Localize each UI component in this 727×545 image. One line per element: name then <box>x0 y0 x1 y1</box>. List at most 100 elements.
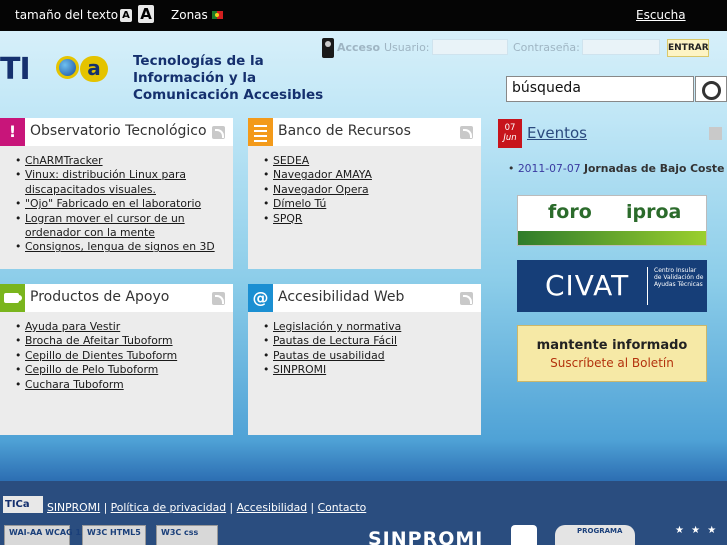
list-item: Brocha de Afeitar Tuboform <box>15 334 227 349</box>
civat-banner[interactable]: CIVAT Centro Insular de Validación de Ay… <box>517 260 707 312</box>
list-item: Navegador AMAYA <box>263 168 475 183</box>
text-size-small-button[interactable]: A <box>120 9 132 22</box>
newsletter-title: mantente informado <box>536 338 688 353</box>
wai-aa-badge[interactable]: WAI-AA WCAG 1.0 <box>4 525 90 545</box>
footer-link-accesibilidad[interactable]: Accesibilidad <box>237 501 308 514</box>
eventos-header: 07 Jun Eventos <box>498 119 727 148</box>
footer-link-sinpromi[interactable]: SINPROMI <box>47 501 100 514</box>
productos-apoyo-panel: Productos de Apoyo Ayuda para Vestir Bro… <box>0 284 233 435</box>
accesibilidad-web-panel: @ Accesibilidad Web Legislación y normat… <box>248 284 481 435</box>
calendar-month: Jun <box>503 133 517 143</box>
eu-stars-icon[interactable]: ★ ★ ★ <box>675 525 725 545</box>
observatorio-link[interactable]: ChARMTracker <box>25 154 103 167</box>
rss-icon[interactable] <box>709 127 722 140</box>
usuario-input[interactable] <box>432 39 508 55</box>
document-lines-icon <box>248 118 273 146</box>
programa-logo[interactable]: PROGRAMA <box>555 525 635 545</box>
banco-recursos-panel: Banco de Recursos SEDEA Navegador AMAYA … <box>248 118 481 269</box>
foro-iproa-banner[interactable]: foro iproa <box>517 195 707 246</box>
banco-link[interactable]: Navegador Opera <box>273 183 369 196</box>
event-name[interactable]: Jornadas de Bajo Coste <box>584 162 724 175</box>
html5-badge[interactable]: W3C HTML5 <box>82 525 146 545</box>
puzzle-piece-icon <box>0 284 25 312</box>
footer-links: SINPROMI | Política de privacidad | Acce… <box>47 501 367 514</box>
civat-subtitle: Centro Insular de Validación de Ayudas T… <box>654 267 704 288</box>
footer-link-privacidad[interactable]: Política de privacidad <box>111 501 226 514</box>
escucha-link[interactable]: Escucha <box>636 8 686 22</box>
accesibilidad-link[interactable]: Pautas de usabilidad <box>273 349 385 362</box>
calendar-icon: 07 Jun <box>498 119 522 148</box>
rss-icon[interactable] <box>460 126 473 139</box>
banco-link[interactable]: SEDEA <box>273 154 309 167</box>
rss-icon[interactable] <box>212 292 225 305</box>
rss-icon[interactable] <box>460 292 473 305</box>
exclamation-icon: ! <box>0 118 25 146</box>
banco-link[interactable]: SPQR <box>273 212 302 225</box>
banco-link[interactable]: Navegador AMAYA <box>273 168 372 181</box>
accesibilidad-link[interactable]: Legislación y normativa <box>273 320 401 333</box>
producto-link[interactable]: Cuchara Tuboform <box>25 378 124 391</box>
css-badge[interactable]: W3C css <box>156 525 218 545</box>
banner-stripe <box>518 231 706 245</box>
text-size-large-button[interactable]: A <box>138 5 154 23</box>
productos-apoyo-list: Ayuda para Vestir Brocha de Afeitar Tubo… <box>15 320 227 392</box>
accesibilidad-web-title[interactable]: Accesibilidad Web <box>278 289 404 305</box>
tagline-line: Tecnologías de la <box>133 53 264 69</box>
event-item[interactable]: • 2011-07-07 Jornadas de Bajo Coste <box>508 162 724 175</box>
calendar-day: 07 <box>504 123 516 133</box>
divider <box>647 267 648 305</box>
observatorio-link[interactable]: "Ojo" Fabricado en el laboratorio <box>25 197 201 210</box>
rss-icon[interactable] <box>212 126 225 139</box>
footer: TICa SINPROMI | Política de privacidad |… <box>0 481 727 545</box>
list-item: SINPROMI <box>263 363 475 378</box>
coat-of-arms-icon[interactable] <box>511 525 537 545</box>
banco-recursos-title[interactable]: Banco de Recursos <box>278 123 411 139</box>
portugal-flag-icon[interactable] <box>212 11 223 19</box>
sinpromi-logo[interactable]: SINPROMI <box>368 528 483 545</box>
list-item: Consignos, lengua de signos en 3D <box>15 240 227 255</box>
newsletter-subscribe: Suscríbete al Boletín <box>550 356 674 370</box>
accesibilidad-link[interactable]: SINPROMI <box>273 363 326 376</box>
entrar-button[interactable]: ENTRAR <box>667 39 709 57</box>
list-item: Pautas de usabilidad <box>263 349 475 364</box>
producto-link[interactable]: Ayuda para Vestir <box>25 320 120 333</box>
observatorio-link[interactable]: Logran mover el cursor de un ordenador c… <box>25 212 185 239</box>
list-item: SEDEA <box>263 154 475 169</box>
contrasena-label: Contraseña: <box>513 41 580 54</box>
list-item: "Ojo" Fabricado en el laboratorio <box>15 197 227 212</box>
producto-link[interactable]: Brocha de Afeitar Tuboform <box>25 334 173 347</box>
site-tagline: Tecnologías de la Información y la Comun… <box>133 53 323 104</box>
search-input[interactable]: búsqueda <box>506 76 694 102</box>
footer-link-contacto[interactable]: Contacto <box>318 501 367 514</box>
footer-logo[interactable]: TICa <box>3 496 43 513</box>
eventos-title[interactable]: Eventos <box>527 124 587 142</box>
tica-logo[interactable]: TI a <box>0 50 112 90</box>
search-icon[interactable] <box>695 76 727 102</box>
observatorio-list: ChARMTracker Vinux: distribución Linux p… <box>15 154 227 255</box>
programa-text: PROGRAMA <box>577 527 623 535</box>
key-icon <box>322 38 334 58</box>
productos-apoyo-title[interactable]: Productos de Apoyo <box>30 289 169 305</box>
list-item: Pautas de Lectura Fácil <box>263 334 475 349</box>
panel-header: ! Observatorio Tecnológico <box>0 118 233 146</box>
observatorio-link[interactable]: Vinux: distribución Linux para discapaci… <box>25 168 186 195</box>
contrasena-input[interactable] <box>582 39 660 55</box>
banco-link[interactable]: Dímelo Tú <box>273 197 326 210</box>
accesibilidad-web-list: Legislación y normativa Pautas de Lectur… <box>263 320 475 378</box>
list-item: ChARMTracker <box>15 154 227 169</box>
producto-link[interactable]: Cepillo de Dientes Tuboform <box>25 349 177 362</box>
newsletter-banner[interactable]: mantente informado Suscríbete al Boletín <box>517 325 707 382</box>
acceso-label: Acceso <box>337 41 381 54</box>
producto-link[interactable]: Cepillo de Pelo Tuboform <box>25 363 158 376</box>
panel-header: @ Accesibilidad Web <box>248 284 481 312</box>
zonas-menu[interactable]: Zonas <box>171 8 208 22</box>
iproa-text: iproa <box>626 201 682 223</box>
list-item: Ayuda para Vestir <box>15 320 227 335</box>
top-bar: tamaño del texto A A Zonas Escucha <box>0 0 727 31</box>
accesibilidad-link[interactable]: Pautas de Lectura Fácil <box>273 334 397 347</box>
observatorio-title[interactable]: Observatorio Tecnológico <box>30 123 207 139</box>
list-item: Vinux: distribución Linux para discapaci… <box>15 168 227 197</box>
tagline-line: Comunicación Accesibles <box>133 87 324 103</box>
observatorio-link[interactable]: Consignos, lengua de signos en 3D <box>25 240 215 253</box>
tagline-line: Información y la <box>133 70 257 86</box>
